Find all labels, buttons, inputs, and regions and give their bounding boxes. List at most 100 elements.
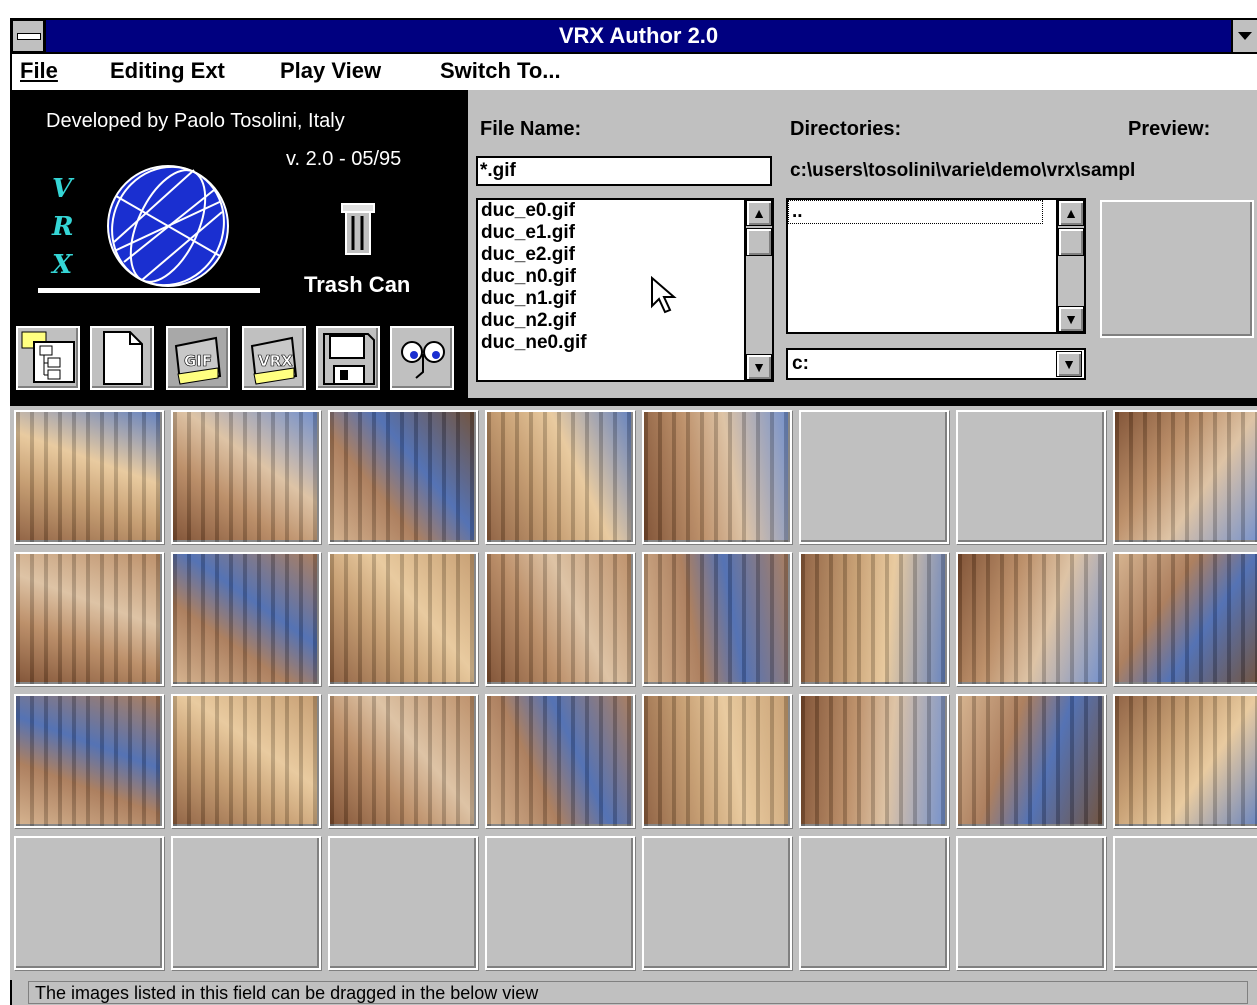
image-cell[interactable] bbox=[956, 552, 1106, 686]
title-bar: VRX Author 2.0 bbox=[0, 0, 1257, 54]
empty-cell[interactable] bbox=[485, 836, 635, 970]
image-cell[interactable] bbox=[642, 694, 792, 828]
directory-list[interactable]: .. ▲ ▼ bbox=[786, 198, 1086, 334]
list-item[interactable]: duc_n0.gif bbox=[478, 266, 772, 288]
preview-label: Preview: bbox=[1128, 118, 1211, 140]
vrx-folder-icon: VRX bbox=[250, 336, 298, 385]
image-texture bbox=[487, 412, 633, 542]
list-item[interactable]: duc_n1.gif bbox=[478, 288, 772, 310]
empty-cell[interactable] bbox=[171, 836, 321, 970]
save-button[interactable] bbox=[316, 326, 380, 390]
tree-tool-button[interactable] bbox=[16, 326, 80, 390]
menu-editing-ext-label: Editing Ext bbox=[110, 58, 225, 83]
image-cell[interactable] bbox=[1113, 410, 1257, 544]
menu-file[interactable]: File bbox=[20, 58, 58, 84]
directory-scrollbar[interactable]: ▲ ▼ bbox=[1056, 200, 1084, 332]
empty-cell[interactable] bbox=[14, 836, 164, 970]
status-text: The images listed in this field can be d… bbox=[28, 981, 1248, 1004]
image-cell[interactable] bbox=[799, 552, 949, 686]
image-cell[interactable] bbox=[328, 552, 478, 686]
empty-cell[interactable] bbox=[328, 836, 478, 970]
image-cell[interactable] bbox=[14, 694, 164, 828]
menu-play-view[interactable]: Play View bbox=[280, 58, 381, 84]
empty-cell[interactable] bbox=[956, 410, 1106, 544]
new-document-button[interactable] bbox=[90, 326, 154, 390]
menu-switch-to-label: Switch To... bbox=[440, 58, 561, 83]
dir-scroll-thumb[interactable] bbox=[1058, 228, 1084, 256]
image-texture bbox=[1115, 554, 1257, 684]
menu-editing-ext[interactable]: Editing Ext bbox=[110, 58, 225, 84]
scroll-down-button[interactable]: ▼ bbox=[746, 354, 772, 380]
image-texture bbox=[173, 554, 319, 684]
list-item[interactable]: duc_e0.gif bbox=[478, 200, 772, 222]
menu-switch-to[interactable]: Switch To... bbox=[440, 58, 561, 84]
image-cell[interactable] bbox=[171, 552, 321, 686]
image-cell[interactable] bbox=[328, 410, 478, 544]
list-item[interactable]: duc_n2.gif bbox=[478, 310, 772, 332]
gif-folder-button[interactable]: GIF bbox=[166, 326, 230, 390]
dir-scroll-up-button[interactable]: ▲ bbox=[1058, 200, 1084, 226]
vrx-folder-button[interactable]: VRX bbox=[242, 326, 306, 390]
eyes-icon bbox=[401, 341, 445, 379]
menu-file-label: File bbox=[20, 58, 58, 83]
scroll-up-button[interactable]: ▲ bbox=[746, 200, 772, 226]
image-texture bbox=[1115, 412, 1257, 542]
empty-cell[interactable] bbox=[799, 410, 949, 544]
image-cell[interactable] bbox=[485, 410, 635, 544]
image-cell[interactable] bbox=[1113, 694, 1257, 828]
system-menu-button[interactable] bbox=[12, 20, 44, 52]
list-item[interactable]: duc_e2.gif bbox=[478, 244, 772, 266]
image-cell[interactable] bbox=[14, 410, 164, 544]
file-list[interactable]: duc_e0.gif duc_e1.gif duc_e2.gif duc_n0.… bbox=[476, 198, 774, 382]
directory-item[interactable]: .. bbox=[788, 200, 1043, 224]
image-texture bbox=[330, 554, 476, 684]
image-texture bbox=[958, 554, 1104, 684]
image-texture bbox=[330, 412, 476, 542]
trash-can-icon[interactable] bbox=[340, 202, 376, 256]
image-cell[interactable] bbox=[14, 552, 164, 686]
image-texture bbox=[330, 696, 476, 826]
image-cell[interactable] bbox=[642, 410, 792, 544]
logo-letter-x: X bbox=[52, 250, 73, 280]
image-cell[interactable] bbox=[485, 552, 635, 686]
window-title: VRX Author 2.0 bbox=[46, 20, 1231, 52]
image-texture bbox=[958, 696, 1104, 826]
image-cell[interactable] bbox=[485, 694, 635, 828]
image-texture bbox=[16, 554, 162, 684]
image-texture bbox=[173, 412, 319, 542]
image-texture bbox=[487, 554, 633, 684]
drive-value: c: bbox=[792, 353, 809, 374]
globe-icon bbox=[107, 165, 229, 287]
image-cell[interactable] bbox=[799, 694, 949, 828]
image-texture bbox=[644, 412, 790, 542]
gif-folder-icon: GIF bbox=[174, 336, 222, 385]
logo-letter-v: V bbox=[52, 174, 73, 204]
scroll-thumb[interactable] bbox=[746, 228, 772, 256]
image-cell[interactable] bbox=[171, 410, 321, 544]
file-name-input[interactable]: *.gif bbox=[476, 156, 772, 186]
dir-scroll-down-button[interactable]: ▼ bbox=[1058, 306, 1084, 332]
image-cell[interactable] bbox=[956, 694, 1106, 828]
drive-dropdown-button[interactable]: ▼ bbox=[1056, 351, 1082, 377]
empty-cell[interactable] bbox=[1113, 836, 1257, 970]
drive-dropdown[interactable]: c: ▼ bbox=[786, 348, 1086, 380]
empty-cell[interactable] bbox=[799, 836, 949, 970]
file-name-value: *.gif bbox=[480, 160, 516, 181]
list-item[interactable]: duc_e1.gif bbox=[478, 222, 772, 244]
view-button[interactable] bbox=[390, 326, 454, 390]
image-cell[interactable] bbox=[642, 552, 792, 686]
image-cell[interactable] bbox=[1113, 552, 1257, 686]
image-cell[interactable] bbox=[171, 694, 321, 828]
logo-panel: Developed by Paolo Tosolini, Italy v. 2.… bbox=[10, 90, 468, 398]
empty-cell[interactable] bbox=[956, 836, 1106, 970]
list-item[interactable]: duc_ne0.gif bbox=[478, 332, 772, 354]
empty-cell[interactable] bbox=[642, 836, 792, 970]
gif-folder-label: GIF bbox=[184, 352, 212, 370]
image-cell[interactable] bbox=[328, 694, 478, 828]
minimize-button[interactable] bbox=[1233, 20, 1257, 52]
file-list-scrollbar[interactable]: ▲ ▼ bbox=[744, 200, 772, 380]
image-texture bbox=[16, 412, 162, 542]
image-texture bbox=[801, 554, 947, 684]
image-texture bbox=[173, 696, 319, 826]
image-texture bbox=[487, 696, 633, 826]
